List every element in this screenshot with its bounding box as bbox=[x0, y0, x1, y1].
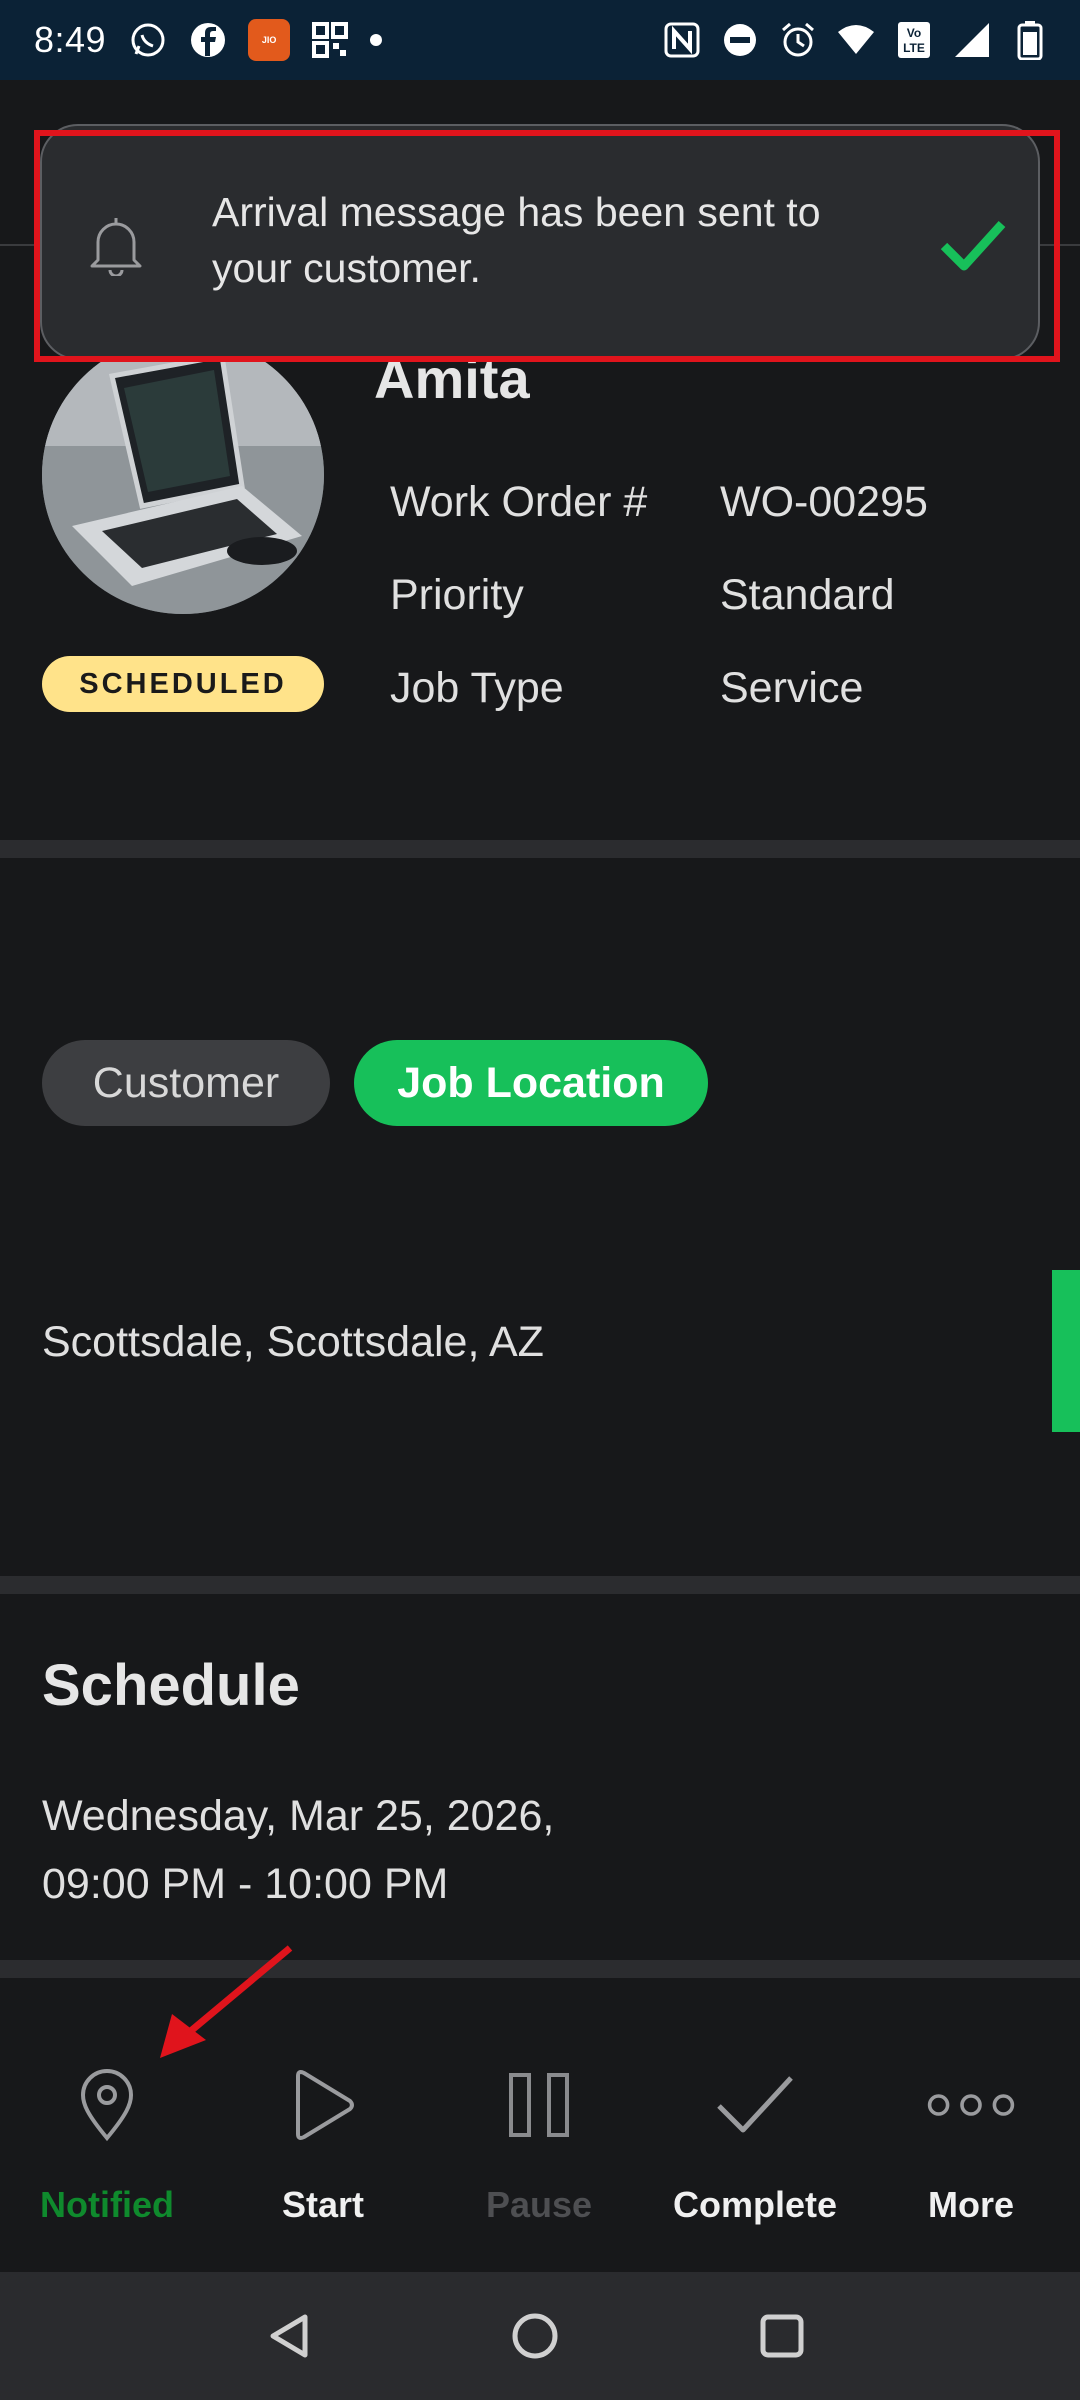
status-badge: SCHEDULED bbox=[42, 656, 324, 712]
job-type-value: Service bbox=[720, 664, 864, 712]
wifi-icon bbox=[836, 20, 876, 60]
jio-app-icon: JIO bbox=[248, 19, 291, 61]
job-type-label: Job Type bbox=[390, 664, 564, 712]
priority-value: Standard bbox=[720, 571, 895, 619]
tab-customer[interactable]: Customer bbox=[42, 1040, 330, 1126]
section-divider bbox=[0, 840, 1080, 858]
section-divider bbox=[0, 1576, 1080, 1594]
whatsapp-icon bbox=[128, 20, 168, 60]
nfc-icon bbox=[662, 20, 702, 60]
qr-icon bbox=[310, 20, 350, 60]
job-address: Scottsdale, Scottsdale, AZ bbox=[42, 1318, 544, 1366]
schedule-datetime: Wednesday, Mar 25, 2026, 09:00 PM - 10:0… bbox=[42, 1782, 554, 1918]
recents-icon[interactable] bbox=[752, 2306, 812, 2366]
battery-icon bbox=[1010, 20, 1050, 60]
pause-icon bbox=[494, 2060, 584, 2150]
dnd-icon bbox=[720, 20, 760, 60]
back-icon[interactable] bbox=[260, 2306, 320, 2366]
notification-dot-icon bbox=[370, 34, 383, 46]
svg-text:Vo: Vo bbox=[907, 26, 921, 40]
schedule-time: 09:00 PM - 10:00 PM bbox=[42, 1860, 449, 1908]
status-time: 8:49 bbox=[34, 19, 107, 60]
system-nav-bar bbox=[0, 2272, 1080, 2400]
signal-icon bbox=[952, 20, 992, 60]
annotation-arrow bbox=[160, 1945, 293, 2058]
notified-button[interactable]: Notified bbox=[7, 2060, 207, 2226]
tab-job-location[interactable]: Job Location bbox=[354, 1040, 708, 1126]
svg-text:LTE: LTE bbox=[903, 41, 925, 55]
more-dots-icon bbox=[926, 2060, 1016, 2150]
schedule-title: Schedule bbox=[42, 1653, 300, 1718]
work-order-label: Work Order # bbox=[390, 478, 648, 526]
alarm-icon bbox=[778, 20, 818, 60]
complete-label: Complete bbox=[672, 2184, 838, 2225]
notified-label: Notified bbox=[40, 2184, 174, 2225]
avatar bbox=[42, 336, 324, 614]
work-order-value: WO-00295 bbox=[720, 478, 928, 526]
start-button[interactable]: Start bbox=[223, 2060, 423, 2226]
location-pin-icon bbox=[62, 2060, 152, 2150]
facebook-icon bbox=[188, 20, 228, 60]
more-label: More bbox=[927, 2184, 1014, 2225]
pause-label: Pause bbox=[485, 2184, 593, 2225]
more-button[interactable]: More bbox=[871, 2060, 1071, 2226]
priority-label: Priority bbox=[390, 571, 524, 619]
play-icon bbox=[278, 2060, 368, 2150]
start-label: Start bbox=[281, 2184, 365, 2225]
annotation-highlight-box bbox=[34, 130, 1060, 362]
laptop-image bbox=[42, 336, 324, 614]
home-icon[interactable] bbox=[505, 2306, 565, 2366]
complete-button[interactable]: Complete bbox=[655, 2060, 855, 2226]
check-icon bbox=[710, 2060, 800, 2150]
volte-icon: Vo LTE bbox=[894, 20, 934, 60]
scroll-indicator[interactable] bbox=[1052, 1270, 1080, 1432]
schedule-date: Wednesday, Mar 25, 2026, bbox=[42, 1792, 555, 1840]
pause-button[interactable]: Pause bbox=[439, 2060, 639, 2226]
status-bar: 8:49 JIO Vo LTE bbox=[0, 0, 1080, 80]
